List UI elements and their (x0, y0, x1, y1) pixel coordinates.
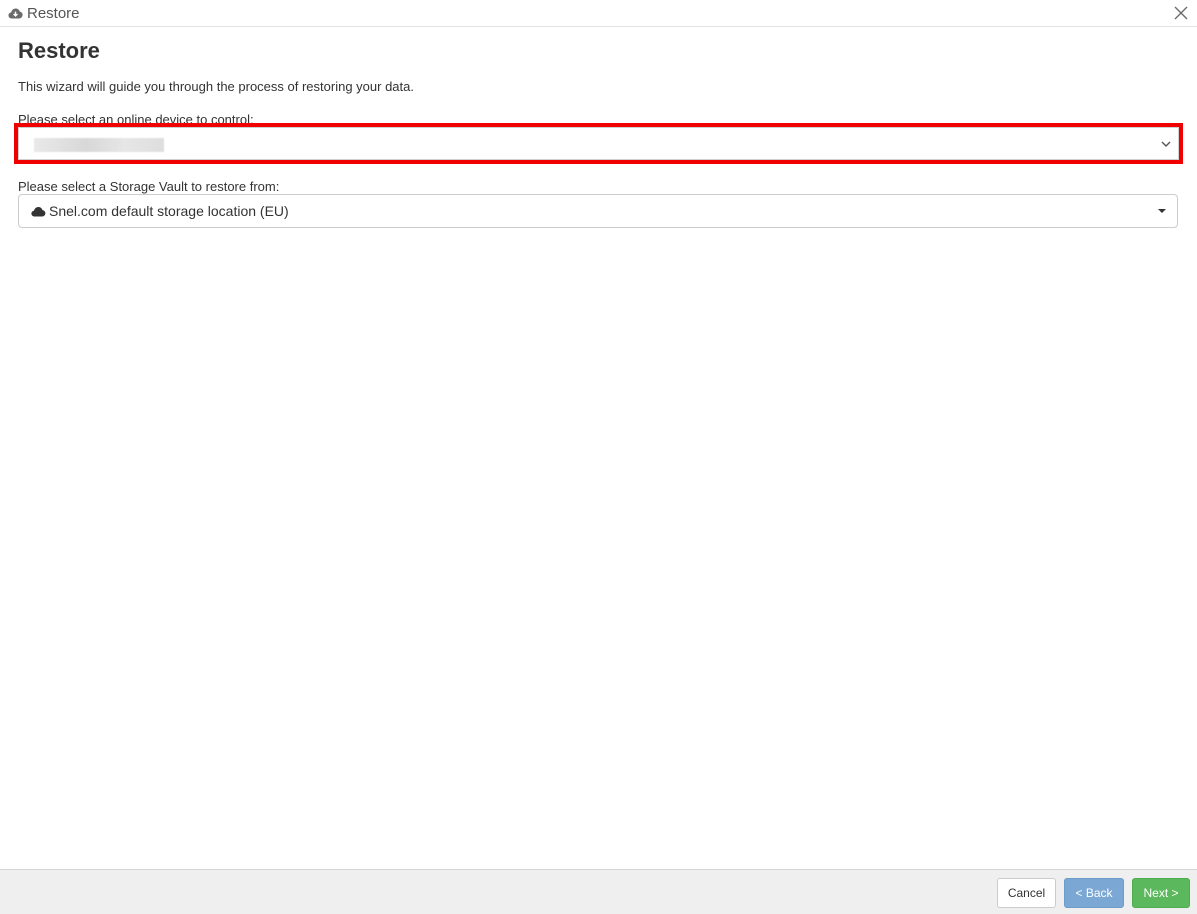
device-value-redacted (34, 138, 164, 152)
restore-dialog: Restore Restore This wizard will guide y… (0, 0, 1197, 914)
window-title: Restore (27, 5, 80, 22)
device-select[interactable] (18, 127, 1179, 160)
cloud-download-icon (8, 8, 23, 19)
dialog-footer: Cancel < Back Next > (0, 869, 1197, 914)
title-bar: Restore (0, 0, 1197, 27)
back-button[interactable]: < Back (1064, 878, 1124, 908)
vault-value: Snel.com default storage location (EU) (49, 203, 289, 219)
intro-text: This wizard will guide you through the p… (18, 79, 414, 94)
cancel-button[interactable]: Cancel (997, 878, 1056, 908)
vault-select-label: Please select a Storage Vault to restore… (18, 179, 280, 194)
storage-vault-select[interactable]: Snel.com default storage location (EU) (18, 194, 1178, 228)
next-button[interactable]: Next > (1132, 878, 1190, 908)
caret-down-icon (1158, 209, 1166, 213)
page-title: Restore (18, 38, 100, 63)
chevron-down-icon (1161, 141, 1171, 147)
close-icon[interactable] (1173, 4, 1189, 22)
cloud-icon (31, 207, 46, 217)
